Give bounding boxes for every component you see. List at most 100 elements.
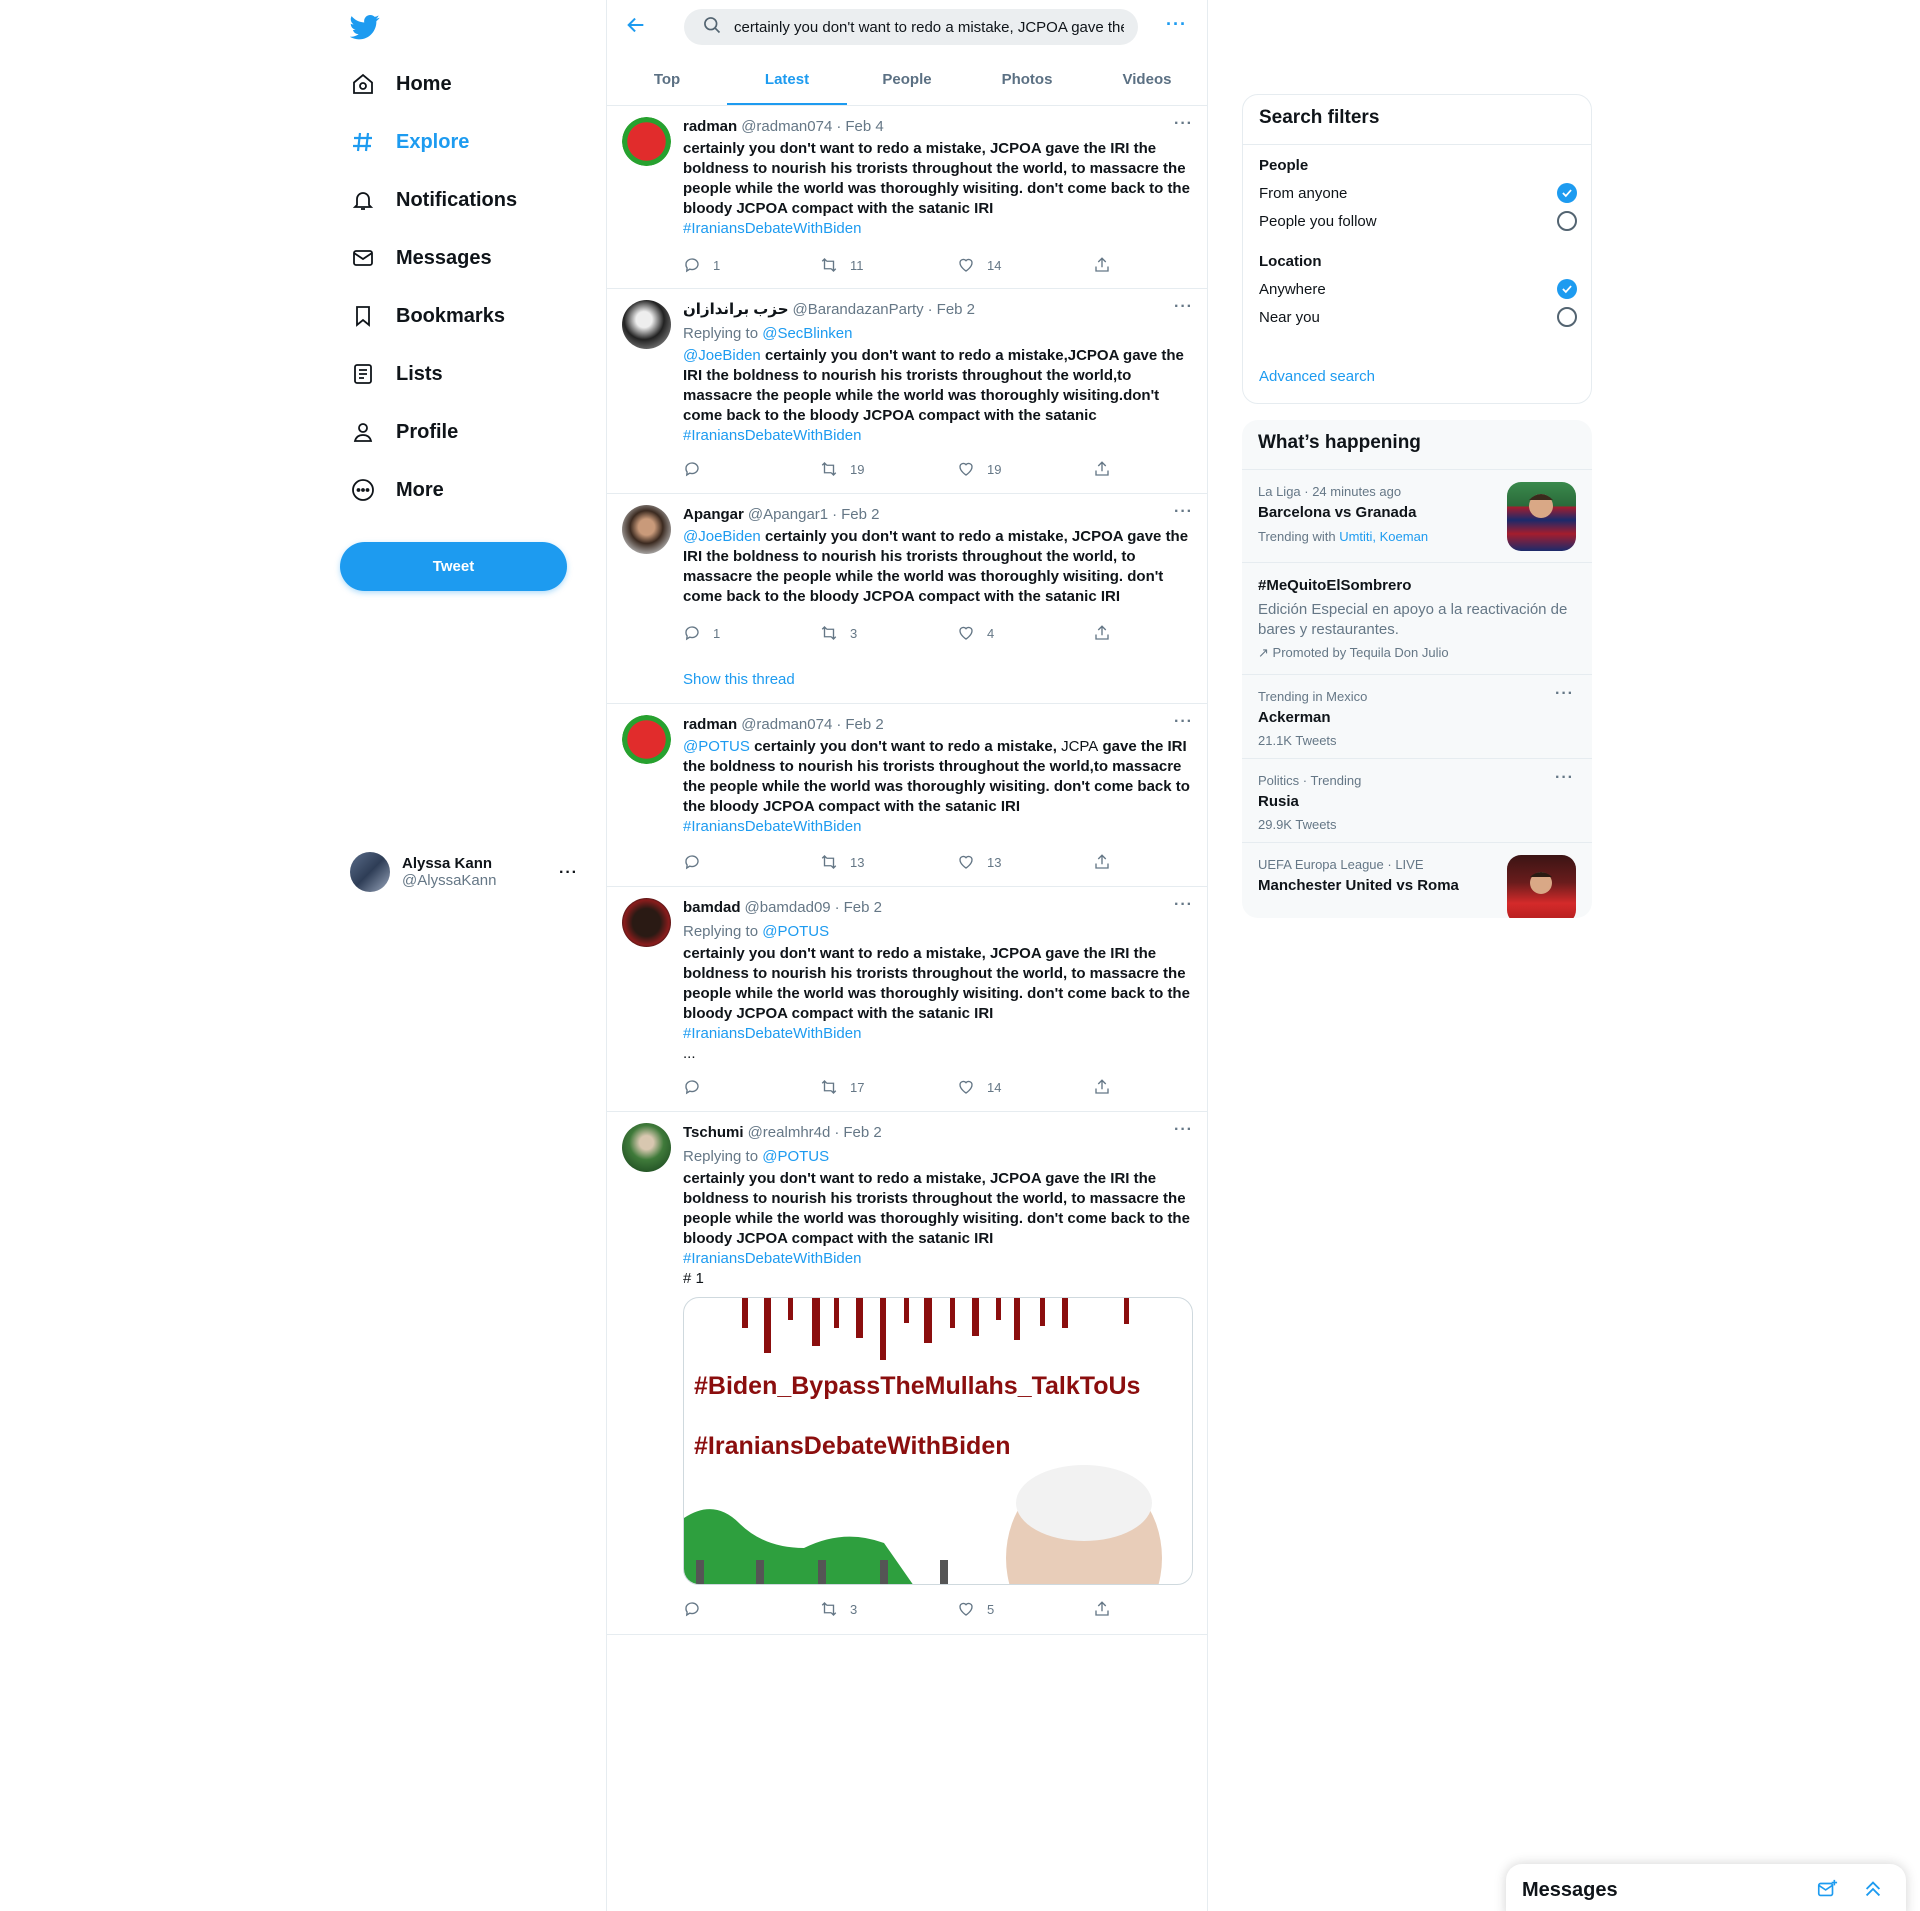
tweet-mention[interactable]: @POTUS <box>683 738 750 755</box>
share-icon[interactable] <box>1093 1078 1111 1101</box>
expand-up-icon[interactable] <box>1862 1878 1884 1905</box>
tweet-author-handle[interactable]: @realmhr4d <box>748 1123 831 1143</box>
filter-anywhere[interactable]: Anywhere <box>1259 279 1577 299</box>
account-switcher[interactable]: Alyssa Kann @AlyssaKann ··· <box>350 850 580 894</box>
tweet-avatar[interactable] <box>622 715 671 764</box>
tab-top[interactable]: Top <box>607 53 727 105</box>
filter-people-you-follow[interactable]: People you follow <box>1259 211 1577 231</box>
tweet-avatar[interactable] <box>622 117 671 166</box>
tweet-author-name[interactable]: radman <box>683 117 737 137</box>
account-menu-icon[interactable]: ··· <box>559 864 578 882</box>
tweet-item[interactable]: ··· bamdad @bamdad09 · Feb 2 Replying to… <box>607 888 1207 1112</box>
trend-item[interactable]: Politics · Trending Rusia 29.9K Tweets ·… <box>1242 758 1592 842</box>
nav-explore[interactable]: Explore <box>350 120 469 164</box>
reply-button[interactable]: 1 <box>683 256 820 274</box>
nav-profile[interactable]: Profile <box>350 410 458 454</box>
tweet-author-handle[interactable]: @bamdad09 <box>745 898 831 918</box>
reply-button[interactable] <box>683 1078 820 1096</box>
show-thread-link[interactable]: Show this thread <box>683 671 795 688</box>
like-button[interactable]: 5 <box>957 1600 1094 1618</box>
like-button[interactable]: 19 <box>957 460 1094 478</box>
retweet-button[interactable]: 17 <box>820 1078 957 1096</box>
tweet-author-handle[interactable]: @BarandazanParty <box>793 300 924 320</box>
search-input[interactable] <box>734 18 1124 36</box>
trend-item[interactable]: #MeQuitoElSombrero Edición Especial en a… <box>1242 562 1592 674</box>
tweet-date[interactable]: Feb 2 <box>844 898 882 918</box>
tweet-avatar[interactable] <box>622 505 671 554</box>
tab-latest[interactable]: Latest <box>727 53 847 105</box>
nav-notifications[interactable]: Notifications <box>350 178 517 222</box>
retweet-button[interactable]: 13 <box>820 853 957 871</box>
tweet-item[interactable]: ··· Tschumi @realmhr4d · Feb 2 Replying … <box>607 1113 1207 1635</box>
tweet-hashtag[interactable]: #IraniansDebateWithBiden <box>683 1024 1193 1044</box>
like-button[interactable]: 14 <box>957 256 1094 274</box>
replying-mention[interactable]: @SecBlinken <box>762 325 852 342</box>
trend-item[interactable]: Trending in Mexico Ackerman 21.1K Tweets… <box>1242 674 1592 758</box>
tweet-date[interactable]: Feb 2 <box>937 300 975 320</box>
tweet-avatar[interactable] <box>622 898 671 947</box>
tweet-hashtag[interactable]: #IraniansDebateWithBiden <box>683 1249 1193 1269</box>
nav-more[interactable]: More <box>350 468 444 512</box>
messages-drawer[interactable]: Messages <box>1506 1864 1906 1911</box>
tweet-date[interactable]: Feb 4 <box>845 117 883 137</box>
trend-more-icon[interactable]: ··· <box>1555 769 1574 787</box>
radio-checked-icon[interactable] <box>1557 183 1577 203</box>
filter-near-you[interactable]: Near you <box>1259 307 1577 327</box>
like-button[interactable]: 14 <box>957 1078 1094 1096</box>
tweet-hashtag[interactable]: #IraniansDebateWithBiden <box>683 426 1193 446</box>
trend-item[interactable]: La Liga · 24 minutes ago Barcelona vs Gr… <box>1242 469 1592 562</box>
retweet-button[interactable]: 19 <box>820 460 957 478</box>
tweet-author-name[interactable]: حزب براندازان <box>683 300 789 320</box>
tweet-avatar[interactable] <box>622 1123 671 1172</box>
reply-button[interactable] <box>683 853 820 871</box>
twitter-logo-icon[interactable] <box>349 12 382 44</box>
tweet-author-name[interactable]: Apangar <box>683 505 744 525</box>
retweet-button[interactable]: 11 <box>820 256 957 274</box>
nav-bookmarks[interactable]: Bookmarks <box>350 294 505 338</box>
share-icon[interactable] <box>1093 256 1111 279</box>
like-button[interactable]: 13 <box>957 853 1094 871</box>
nav-messages[interactable]: Messages <box>350 236 492 280</box>
like-button[interactable]: 4 <box>957 624 1094 642</box>
radio-unchecked-icon[interactable] <box>1557 211 1577 231</box>
tab-videos[interactable]: Videos <box>1087 53 1207 105</box>
new-message-icon[interactable] <box>1816 1878 1838 1905</box>
tweet-mention[interactable]: @JoeBiden <box>683 528 761 545</box>
share-icon[interactable] <box>1093 624 1111 647</box>
tweet-image[interactable]: #Biden_BypassTheMullahs_TalkToUs #Irania… <box>683 1297 1193 1585</box>
retweet-button[interactable]: 3 <box>820 1600 957 1618</box>
reply-button[interactable] <box>683 1600 820 1618</box>
tweet-author-name[interactable]: Tschumi <box>683 1123 744 1143</box>
tweet-mention[interactable]: @JoeBiden <box>683 347 761 364</box>
back-arrow-icon[interactable] <box>625 14 649 38</box>
share-icon[interactable] <box>1093 853 1111 876</box>
tweet-button[interactable]: Tweet <box>340 542 567 591</box>
search-box[interactable] <box>684 9 1138 45</box>
trend-more-icon[interactable]: ··· <box>1555 685 1574 703</box>
tweet-date[interactable]: Feb 2 <box>841 505 879 525</box>
tweet-author-name[interactable]: bamdad <box>683 898 741 918</box>
nav-lists[interactable]: Lists <box>350 352 443 396</box>
tweet-author-handle[interactable]: @radman074 <box>741 715 832 735</box>
tweet-author-handle[interactable]: @radman074 <box>741 117 832 137</box>
tweet-item[interactable]: ··· radman @radman074 · Feb 2 @POTUS cer… <box>607 705 1207 887</box>
filter-from-anyone[interactable]: From anyone <box>1259 183 1577 203</box>
radio-checked-icon[interactable] <box>1557 279 1577 299</box>
tweet-item[interactable]: ··· radman @radman074 · Feb 4 certainly … <box>607 107 1207 289</box>
tweet-item[interactable]: ··· حزب براندازان @BarandazanParty · Feb… <box>607 290 1207 494</box>
tweet-avatar[interactable] <box>622 300 671 349</box>
tab-photos[interactable]: Photos <box>967 53 1087 105</box>
reply-button[interactable] <box>683 460 820 478</box>
radio-unchecked-icon[interactable] <box>1557 307 1577 327</box>
tweet-author-name[interactable]: radman <box>683 715 737 735</box>
nav-home[interactable]: Home <box>350 62 452 106</box>
tweet-date[interactable]: Feb 2 <box>845 715 883 735</box>
share-icon[interactable] <box>1093 1600 1111 1623</box>
tweet-item[interactable]: ··· Apangar @Apangar1 · Feb 2 @JoeBiden … <box>607 495 1207 704</box>
replying-mention[interactable]: @POTUS <box>762 1148 829 1165</box>
tab-people[interactable]: People <box>847 53 967 105</box>
tweet-date[interactable]: Feb 2 <box>843 1123 881 1143</box>
reply-button[interactable]: 1 <box>683 624 820 642</box>
search-options-icon[interactable]: ··· <box>1166 14 1187 35</box>
trend-item[interactable]: UEFA Europa League · LIVE Manchester Uni… <box>1242 842 1592 918</box>
